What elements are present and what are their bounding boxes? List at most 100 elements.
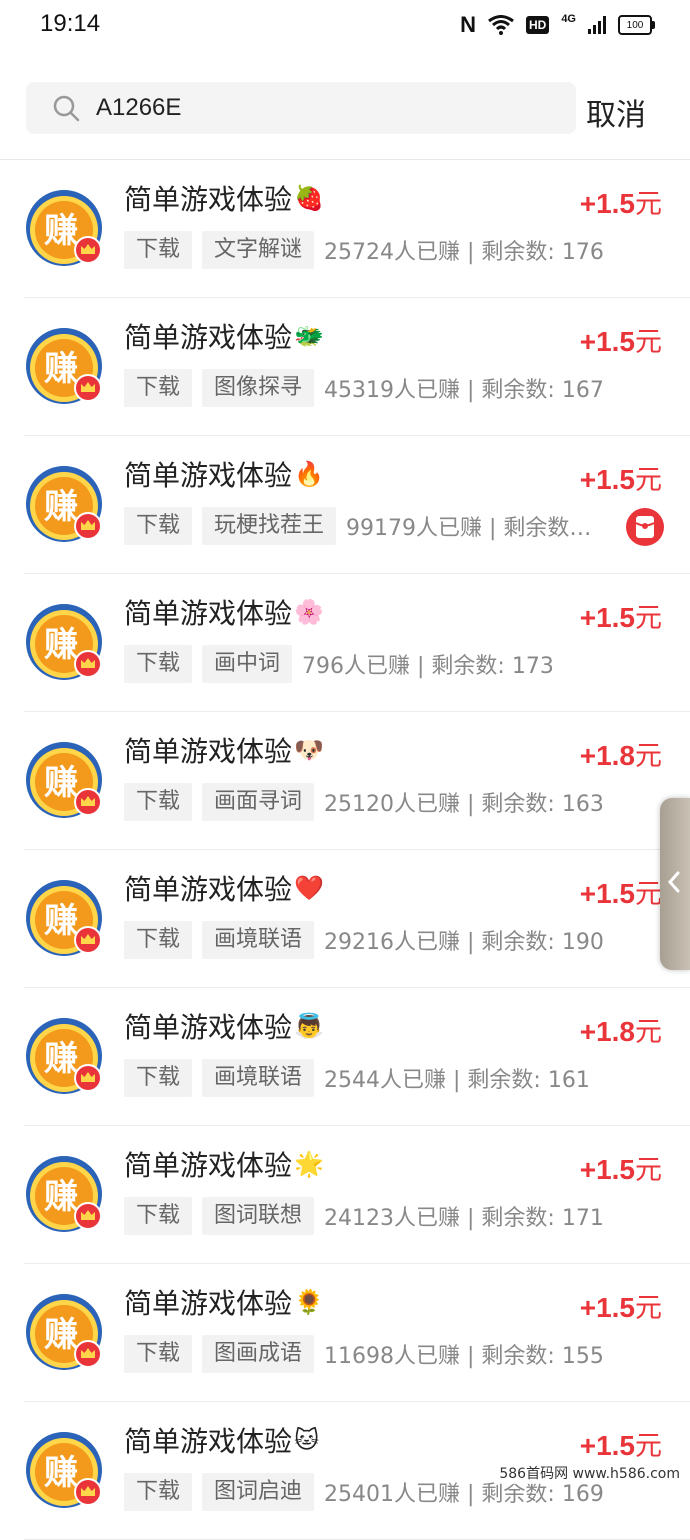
task-emoji: 🍓 (294, 184, 324, 212)
svg-text:赚: 赚 (44, 1315, 78, 1355)
task-tags: 下载 画境联语 29216人已赚 | 剩余数: 190 (124, 921, 604, 959)
task-list: 赚 简单游戏体验 🍓 +1.5元 下载 文字解谜 25724人已赚 | 剩余数: … (0, 160, 690, 1540)
tag-category: 图像探寻 (202, 369, 315, 407)
battery-icon: 100 (618, 15, 655, 35)
task-reward: +1.8元 (580, 1010, 662, 1049)
svg-text:赚: 赚 (44, 211, 78, 251)
task-avatar-icon: 赚 (26, 604, 102, 680)
task-emoji: 🐱 (294, 1426, 320, 1454)
svg-text:赚: 赚 (44, 1177, 78, 1217)
task-meta: 24123人已赚 | 剩余数: 171 (324, 1206, 604, 1231)
task-tags: 下载 画境联语 2544人已赚 | 剩余数: 161 (124, 1059, 590, 1097)
task-list-item[interactable]: 赚 简单游戏体验 👼 +1.8元 下载 画境联语 2544人已赚 | 剩余数: 1… (24, 988, 690, 1126)
svg-text:赚: 赚 (44, 349, 78, 389)
task-avatar-icon: 赚 (26, 328, 102, 404)
reward-unit: 元 (635, 465, 662, 496)
tag-category: 图画成语 (202, 1335, 315, 1373)
task-meta: 45319人已赚 | 剩余数: 167 (324, 378, 604, 403)
wifi-icon (488, 15, 514, 35)
task-reward: +1.8元 (580, 734, 662, 773)
task-reward: +1.5元 (580, 1424, 662, 1463)
task-avatar-icon: 赚 (26, 1432, 102, 1508)
tag-type: 下载 (124, 1197, 193, 1235)
task-tags: 下载 图词联想 24123人已赚 | 剩余数: 171 (124, 1197, 604, 1235)
tag-type: 下载 (124, 921, 193, 959)
task-list-item[interactable]: 赚 简单游戏体验 🔥 +1.5元 下载 玩梗找茬王 99179人已赚 | 剩余数:… (24, 436, 690, 574)
task-list-item[interactable]: 赚 简单游戏体验 🌻 +1.5元 下载 图画成语 11698人已赚 | 剩余数: … (24, 1264, 690, 1402)
reward-unit: 元 (635, 1155, 662, 1186)
reward-unit: 元 (635, 327, 662, 358)
task-title-text: 简单游戏体验 (124, 321, 293, 354)
svg-text:赚: 赚 (44, 763, 78, 803)
task-title: 简单游戏体验 🌸 (124, 592, 324, 632)
tag-type: 下载 (124, 645, 193, 683)
nfc-icon: N (460, 12, 476, 37)
tag-category: 图词启迪 (202, 1473, 315, 1511)
task-meta: 25724人已赚 | 剩余数: 176 (324, 240, 604, 265)
reward-amount: +1.5 (579, 1154, 635, 1185)
watermark: 586首码网 www.h586.com (495, 1462, 684, 1484)
cancel-button[interactable]: 取消 (586, 90, 646, 134)
status-bar: 19:14 N HD 4G 100 (0, 0, 690, 52)
task-title: 简单游戏体验 🔥 (124, 454, 324, 494)
search-row: A1266E 取消 (0, 82, 690, 136)
task-emoji: 🐲 (294, 322, 324, 350)
reward-unit: 元 (635, 879, 662, 910)
status-icons: N HD 4G 100 (460, 12, 655, 38)
task-title-text: 简单游戏体验 (124, 1425, 293, 1458)
task-meta: 2544人已赚 | 剩余数: 161 (324, 1068, 590, 1093)
task-reward: +1.5元 (580, 458, 662, 497)
task-emoji: 👼 (294, 1012, 324, 1040)
search-query: A1266E (96, 94, 182, 121)
task-tags: 下载 画面寻词 25120人已赚 | 剩余数: 163 (124, 783, 604, 821)
reward-amount: +1.5 (579, 1292, 635, 1323)
signal-icon (588, 16, 606, 34)
task-tags: 下载 图画成语 11698人已赚 | 剩余数: 155 (124, 1335, 604, 1373)
task-title: 简单游戏体验 👼 (124, 1006, 324, 1046)
tag-category: 文字解谜 (202, 231, 315, 269)
task-meta: 11698人已赚 | 剩余数: 155 (324, 1344, 604, 1369)
task-list-item[interactable]: 赚 简单游戏体验 🍓 +1.5元 下载 文字解谜 25724人已赚 | 剩余数: … (24, 160, 690, 298)
svg-text:赚: 赚 (44, 901, 78, 941)
task-title-text: 简单游戏体验 (124, 459, 293, 492)
chevron-left-icon (667, 871, 680, 893)
tag-type: 下载 (124, 1059, 193, 1097)
task-emoji: 🌻 (294, 1288, 324, 1316)
reward-unit: 元 (635, 1293, 662, 1324)
task-emoji: 🔥 (294, 460, 324, 488)
task-list-item[interactable]: 赚 简单游戏体验 🐶 +1.8元 下载 画面寻词 25120人已赚 | 剩余数: … (24, 712, 690, 850)
svg-text:赚: 赚 (44, 487, 78, 527)
tag-type: 下载 (124, 507, 193, 545)
tag-type: 下载 (124, 1473, 193, 1511)
task-emoji: 🌟 (294, 1150, 324, 1178)
task-list-item[interactable]: 赚 简单游戏体验 🌟 +1.5元 下载 图词联想 24123人已赚 | 剩余数: … (24, 1126, 690, 1264)
task-meta: 25120人已赚 | 剩余数: 163 (324, 792, 604, 817)
task-avatar-icon: 赚 (26, 1294, 102, 1370)
task-meta: 99179人已赚 | 剩余数: ... (346, 516, 597, 541)
search-icon (53, 95, 80, 122)
task-title: 简单游戏体验 🐲 (124, 316, 324, 356)
search-input[interactable]: A1266E (26, 82, 576, 134)
reward-amount: +1.5 (579, 1430, 635, 1461)
task-title-text: 简单游戏体验 (124, 183, 293, 216)
task-list-item[interactable]: 赚 简单游戏体验 🐲 +1.5元 下载 图像探寻 45319人已赚 | 剩余数: … (24, 298, 690, 436)
tag-type: 下载 (124, 1335, 193, 1373)
tag-category: 画面寻词 (202, 783, 315, 821)
red-packet-icon[interactable] (626, 508, 664, 546)
reward-amount: +1.5 (579, 464, 635, 495)
task-tags: 下载 图像探寻 45319人已赚 | 剩余数: 167 (124, 369, 604, 407)
task-reward: +1.5元 (580, 182, 662, 221)
task-avatar-icon: 赚 (26, 880, 102, 956)
task-reward: +1.5元 (580, 596, 662, 635)
tag-type: 下载 (124, 231, 193, 269)
task-list-item[interactable]: 赚 简单游戏体验 🌸 +1.5元 下载 画中词 796人已赚 | 剩余数: 173 (24, 574, 690, 712)
task-list-item[interactable]: 赚 简单游戏体验 ❤️ +1.5元 下载 画境联语 29216人已赚 | 剩余数:… (24, 850, 690, 988)
task-meta: 29216人已赚 | 剩余数: 190 (324, 930, 604, 955)
svg-text:赚: 赚 (44, 1039, 78, 1079)
tag-category: 玩梗找茬王 (202, 507, 337, 545)
reward-unit: 元 (635, 603, 662, 634)
tag-category: 画境联语 (202, 921, 315, 959)
side-panel-handle[interactable] (660, 798, 690, 970)
reward-amount: +1.5 (579, 602, 635, 633)
reward-amount: +1.8 (579, 740, 635, 771)
